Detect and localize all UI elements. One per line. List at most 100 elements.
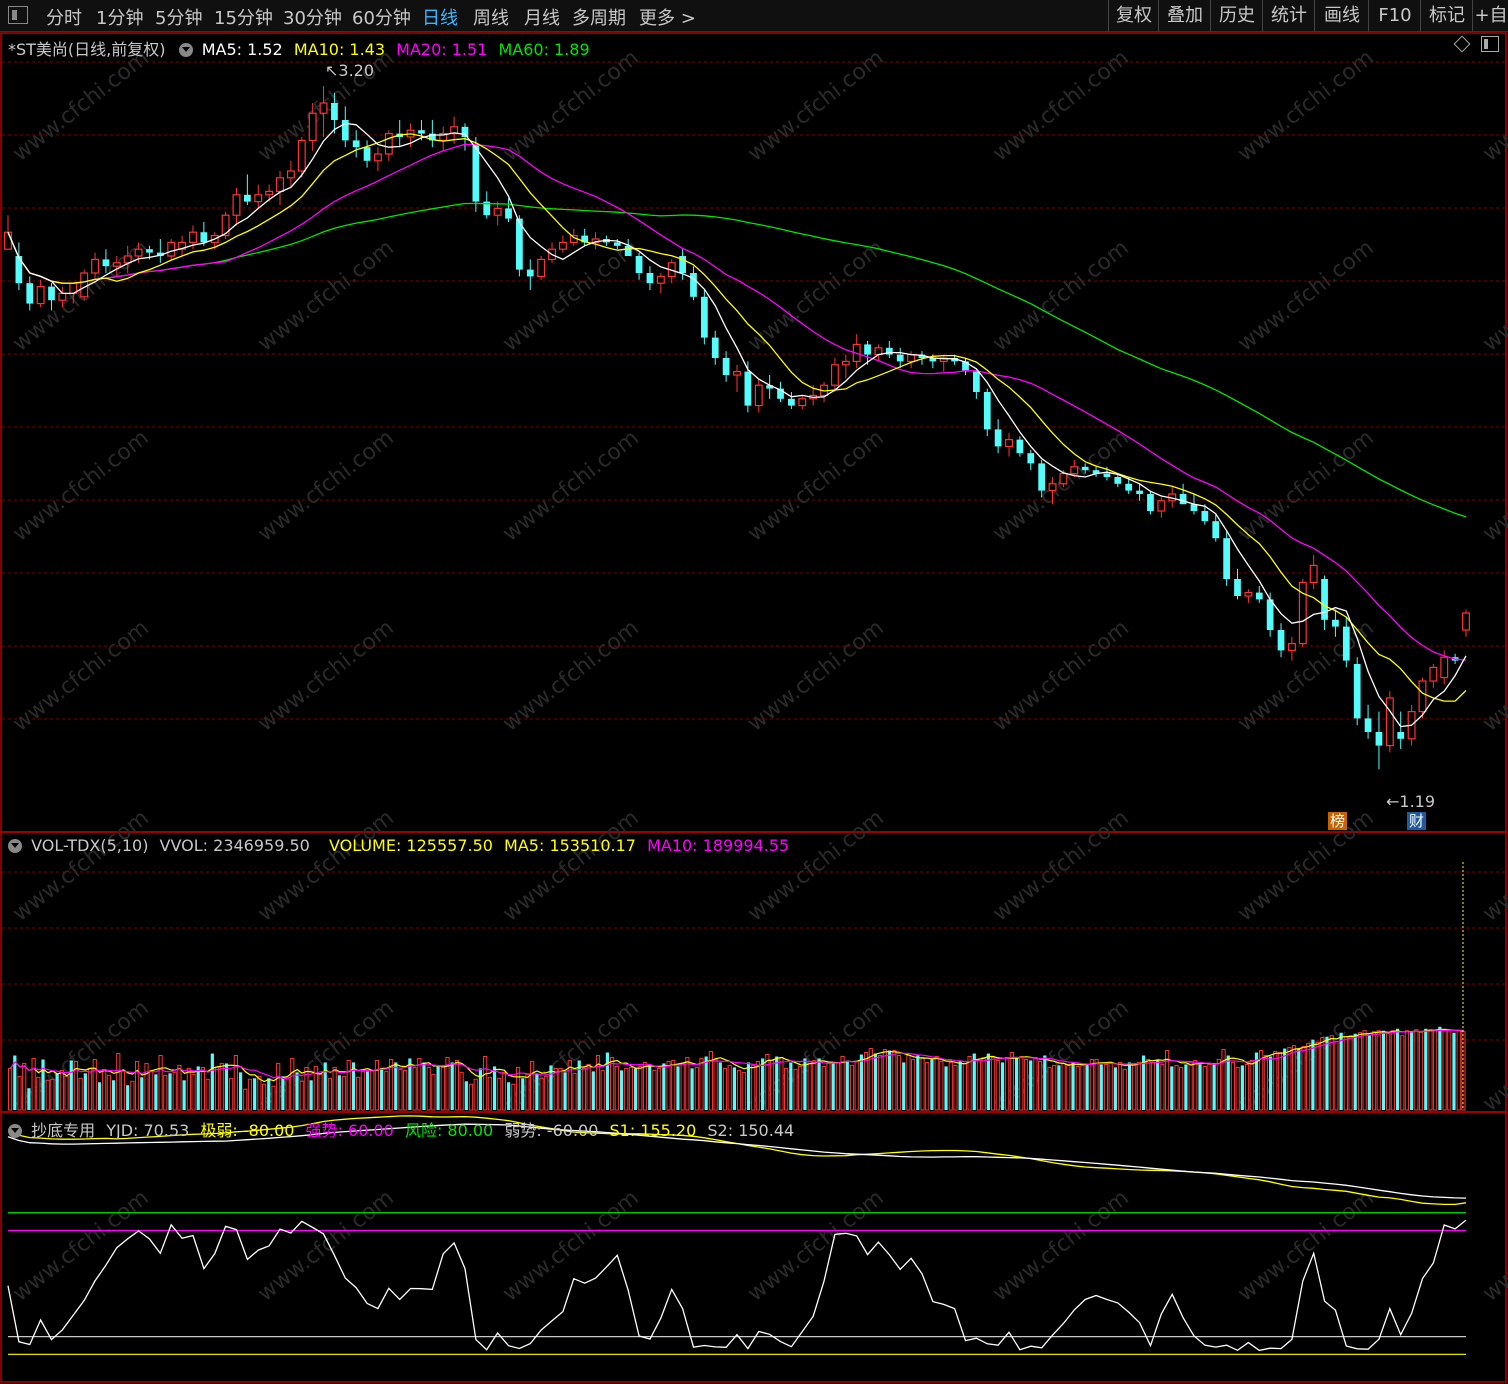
tab-multi-period[interactable]: 多周期	[572, 4, 626, 30]
volume-bar	[1179, 1066, 1184, 1111]
tab-weekly[interactable]: 周线	[473, 4, 509, 30]
tab-1min[interactable]: 1分钟	[96, 4, 143, 30]
volume-bar	[154, 1074, 158, 1110]
watermark-text: www.cfchi.com	[743, 45, 888, 166]
mark-button[interactable]: 标记	[1420, 0, 1473, 32]
candle-body	[331, 103, 338, 120]
volume-bar	[713, 1058, 718, 1111]
volume-bar	[1216, 1058, 1221, 1111]
candle-body	[1136, 490, 1143, 494]
volume-bar	[271, 1085, 276, 1111]
candle-body	[1179, 494, 1187, 505]
candle-body	[646, 273, 654, 284]
draw-button[interactable]: 画线	[1314, 0, 1369, 32]
tab-daily[interactable]: 日线	[422, 4, 458, 30]
volume-bar	[779, 1056, 784, 1111]
volume-bar	[746, 1062, 751, 1110]
candle-body	[558, 241, 567, 250]
tab-5min[interactable]: 5分钟	[155, 4, 202, 30]
volume-bar	[642, 1061, 648, 1111]
candle-body	[265, 190, 274, 196]
layout-toggle-icon[interactable]	[8, 6, 28, 24]
volume-bar	[1235, 1066, 1240, 1111]
volume-bar	[722, 1067, 728, 1111]
stats-button[interactable]: 统计	[1262, 0, 1315, 32]
volume-bar	[27, 1088, 31, 1110]
volume-bar	[398, 1068, 403, 1111]
volume-bar	[78, 1077, 83, 1111]
fuquan-button[interactable]: 复权	[1108, 0, 1159, 32]
ma60-value: MA60: 1.89	[498, 40, 590, 59]
tab-30min[interactable]: 30分钟	[283, 4, 342, 30]
volume-bar	[144, 1062, 149, 1111]
tab-fenshi[interactable]: 分时	[46, 4, 82, 30]
ind-dropdown-icon[interactable]	[8, 1124, 22, 1138]
volume-bar	[1033, 1056, 1038, 1111]
candle-body	[1255, 592, 1263, 600]
history-button[interactable]: 历史	[1210, 0, 1263, 32]
ranking-badge[interactable]: 榜	[1328, 812, 1348, 830]
candle-body	[864, 344, 871, 355]
watermark-text: www.cfchi.com	[1478, 425, 1508, 546]
volume-bar	[1019, 1055, 1024, 1111]
tab-15min[interactable]: 15分钟	[214, 4, 273, 30]
yjd-value: YJD: 70.53	[106, 1121, 190, 1140]
overlay-button[interactable]: 叠加	[1158, 0, 1211, 32]
volume-bar	[859, 1054, 863, 1110]
watermark-text: www.cfchi.com	[8, 1185, 153, 1306]
volume-bar	[281, 1076, 285, 1110]
volume-bar	[87, 1067, 93, 1111]
volume-bar	[1273, 1051, 1278, 1111]
candle-body	[1342, 626, 1350, 661]
volume-bar	[1085, 1065, 1089, 1110]
dropdown-icon[interactable]	[178, 43, 193, 57]
f10-button[interactable]: F10	[1368, 0, 1421, 32]
candle-body	[1287, 642, 1296, 651]
watermark-text: www.cfchi.com	[1233, 425, 1378, 546]
candle-body	[493, 207, 502, 216]
volume-bar	[299, 1080, 304, 1111]
volume-bar	[1442, 1030, 1447, 1111]
volume-bar	[182, 1080, 186, 1110]
tab-60min[interactable]: 60分钟	[352, 4, 411, 30]
volume-bar	[769, 1059, 775, 1111]
volume-bar	[619, 1070, 624, 1110]
volume-bar	[789, 1062, 793, 1110]
vol-dropdown-icon[interactable]	[8, 839, 22, 853]
volume-pane-header: VOL-TDX(5,10) VVOL: 2346959.50 VOLUME: 1…	[8, 836, 789, 855]
volume-bar	[1160, 1063, 1165, 1111]
volume-bar	[1038, 1060, 1043, 1111]
candle-body	[373, 153, 382, 162]
candle-body	[1223, 538, 1230, 579]
candle-body	[754, 384, 763, 407]
tab-monthly[interactable]: 月线	[524, 4, 560, 30]
volume-bar	[605, 1052, 610, 1110]
volume-bar	[967, 1055, 972, 1111]
side-panel-icon[interactable]	[1481, 36, 1499, 52]
volume-bar	[1433, 1030, 1438, 1111]
volume-bar	[238, 1072, 243, 1110]
volume-bar	[1376, 1030, 1381, 1111]
volume-bar	[953, 1064, 958, 1111]
volume-bar	[807, 1060, 812, 1111]
s1-value: S1: 155.20	[609, 1121, 697, 1140]
volume-bar	[798, 1065, 803, 1111]
finance-badge[interactable]: 财	[1407, 812, 1427, 830]
volume-bar	[1400, 1035, 1405, 1111]
volume-bar	[1395, 1028, 1400, 1110]
volume-bar	[821, 1065, 826, 1111]
watermark-text: www.cfchi.com	[988, 805, 1133, 926]
fengxian-value: 风险: 80.00	[404, 1121, 494, 1140]
volume-bar	[1249, 1059, 1254, 1111]
candle-body	[134, 248, 143, 257]
custom-button[interactable]: +自	[1472, 0, 1508, 32]
candle-body	[167, 241, 176, 257]
volume-bar	[1103, 1063, 1109, 1111]
volume-bar	[243, 1088, 248, 1111]
volume-bar	[826, 1062, 831, 1111]
volume-bar	[1268, 1056, 1273, 1110]
tab-more[interactable]: 更多 >	[639, 4, 696, 30]
volume-bar	[1170, 1066, 1174, 1110]
volume-bar	[657, 1067, 662, 1111]
watermark-text: www.cfchi.com	[743, 1185, 888, 1306]
